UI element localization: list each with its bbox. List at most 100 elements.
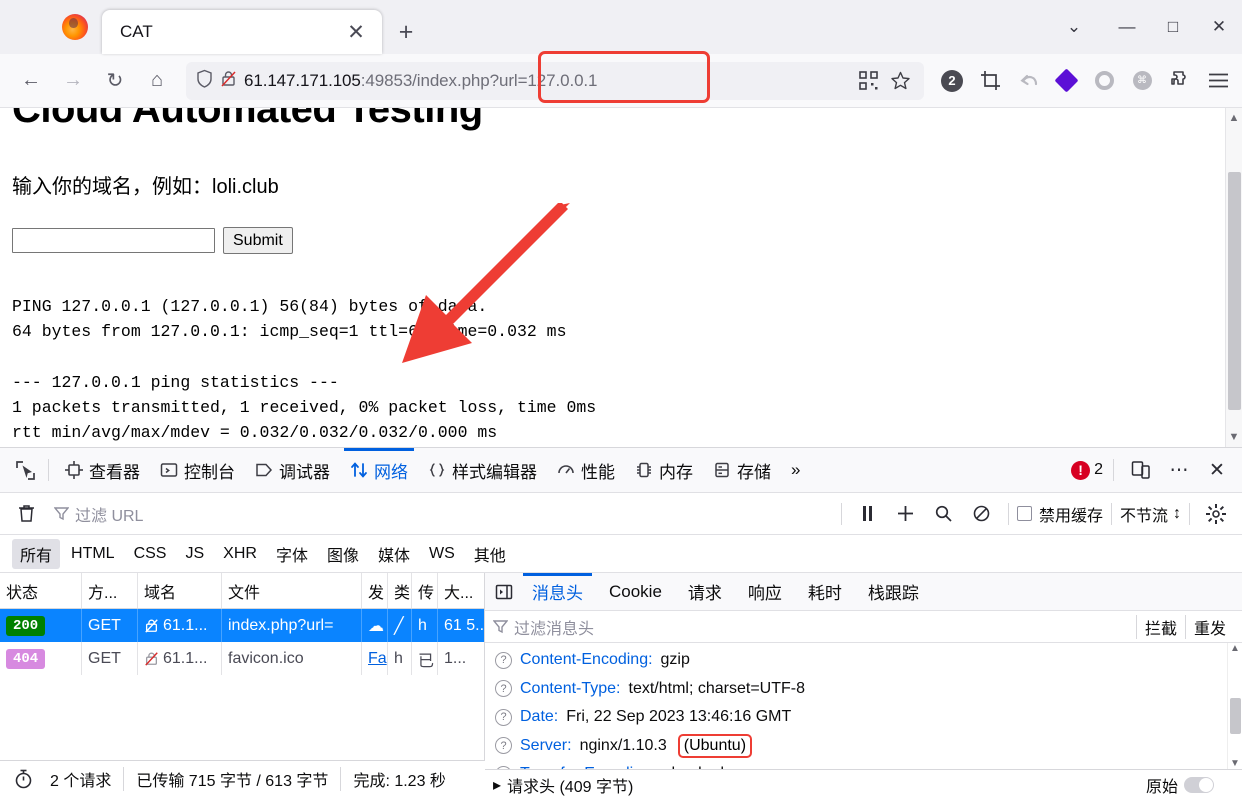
column-header-initiator[interactable]: 发 [362,573,388,608]
domain-input[interactable] [12,228,215,253]
filter-chip-xhr[interactable]: XHR [215,542,265,566]
search-icon[interactable] [926,499,962,529]
tab-memory[interactable]: 内存 [625,448,703,493]
tab-network[interactable]: 网络 [340,447,418,493]
block-requests-icon[interactable] [964,499,1000,529]
filter-chip-other[interactable]: 其他 [466,539,514,569]
close-tab-icon[interactable]: ✕ [340,16,372,48]
home-icon[interactable]: ⌂ [136,62,178,100]
bookmark-star-icon[interactable] [886,67,914,95]
scroll-up-icon[interactable]: ▲ [1229,112,1240,124]
screenshot-crop-icon[interactable] [976,67,1004,95]
filter-chip-ws[interactable]: WS [421,542,463,566]
header-row[interactable]: ? Transfer-Encoding: chunked [485,760,1242,769]
forward-icon[interactable]: → [52,62,94,100]
list-all-tabs-icon[interactable]: ⌄ [1044,3,1104,51]
headers-scrollbar[interactable]: ▲ ▼ [1227,643,1242,769]
tab-inspector[interactable]: 查看器 [55,448,150,493]
disable-cache-checkbox[interactable]: 禁用缓存 [1016,502,1103,526]
tab-performance[interactable]: 性能 [547,448,625,493]
throttling-select[interactable]: 不节流 ↕ [1120,502,1181,526]
table-row[interactable]: 404 GET 61.1... favicon.ico Fa h 已 1... [0,642,484,675]
filter-chip-media[interactable]: 媒体 [370,539,418,569]
close-devtools-icon[interactable]: ✕ [1200,454,1234,486]
tab-style-editor[interactable]: 样式编辑器 [418,448,547,493]
column-header-transferred[interactable]: 传 [412,573,438,608]
scroll-down-icon[interactable]: ▼ [1229,431,1240,443]
devtools-menu-icon[interactable]: ⋯ [1162,454,1196,486]
reload-icon[interactable]: ↻ [94,62,136,100]
tab-storage[interactable]: 存储 [703,448,781,493]
chevron-right-icon[interactable]: ▸ [493,775,501,795]
submit-button[interactable]: Submit [223,227,293,254]
filter-chip-css[interactable]: CSS [126,542,175,566]
help-icon[interactable]: ? [495,680,512,698]
filter-chip-image[interactable]: 图像 [319,539,367,569]
column-header-method[interactable]: 方... [82,573,138,608]
resend-button[interactable]: 重发 [1184,614,1234,639]
address-bar[interactable]: 61.147.171.105:49853/index.php?url=127.0… [186,50,924,103]
scroll-up-icon[interactable]: ▲ [1230,643,1240,654]
puzzle-piece-icon[interactable] [1166,67,1194,95]
filter-chip-all[interactable]: 所有 [12,538,61,569]
back-icon[interactable]: ← [10,62,52,100]
page-scrollbar[interactable]: ▲ ▼ [1225,108,1242,447]
help-icon[interactable]: ? [495,737,512,755]
filter-chip-font[interactable]: 字体 [268,539,316,569]
scrollbar-thumb[interactable] [1228,172,1241,410]
more-tabs-button[interactable]: » [781,448,810,493]
header-row[interactable]: ? Date: Fri, 22 Sep 2023 13:46:16 GMT [485,703,1242,732]
pause-recording-icon[interactable] [850,499,886,529]
header-row[interactable]: ? Content-Encoding: gzip [485,646,1242,675]
undo-arrow-icon[interactable] [1014,67,1042,95]
column-header-file[interactable]: 文件 [222,573,362,608]
detail-tab-timings[interactable]: 耗时 [795,573,855,611]
detail-filter-placeholder[interactable]: 过滤消息头 [514,615,594,639]
scroll-down-icon[interactable]: ▼ [1230,758,1240,769]
compass-icon[interactable]: ⌘ [1128,67,1156,95]
detail-tab-request[interactable]: 请求 [675,573,735,611]
minimize-icon[interactable]: — [1104,3,1150,51]
request-headers-section[interactable]: ▸ 请求头 (409 字节) 原始 [485,769,1242,797]
pick-element-icon[interactable] [8,454,42,486]
tab-console[interactable]: 控制台 [150,448,245,493]
header-row[interactable]: ? Server: nginx/1.10.3 (Ubuntu) [485,732,1242,761]
column-header-status[interactable]: 状态 [0,573,82,608]
block-button[interactable]: 拦截 [1135,614,1185,639]
detail-filter-bar: 过滤消息头 拦截 重发 [485,611,1242,643]
purple-diamond-icon[interactable] [1052,67,1080,95]
qr-code-icon[interactable] [854,67,882,95]
column-header-domain[interactable]: 域名 [138,573,222,608]
responsive-design-mode-icon[interactable] [1124,454,1158,486]
error-count-badge[interactable]: ! 2 [1071,460,1103,480]
extension-counter-badge[interactable]: 2 [938,67,966,95]
new-tab-icon[interactable]: + [390,16,422,48]
new-request-icon[interactable] [888,499,924,529]
filter-url-input[interactable]: 过滤 URL [46,502,833,526]
header-row[interactable]: ? Content-Type: text/html; charset=UTF-8 [485,675,1242,704]
help-icon[interactable]: ? [495,651,512,669]
maximize-icon[interactable]: □ [1150,3,1196,51]
detail-tab-headers[interactable]: 消息头 [519,572,596,611]
help-icon[interactable]: ? [495,765,512,769]
gray-ring-icon[interactable] [1090,67,1118,95]
filter-chip-js[interactable]: JS [177,542,212,566]
toggle-switch[interactable] [1184,776,1214,793]
column-header-size[interactable]: 大... [438,573,484,608]
close-window-icon[interactable]: ✕ [1196,3,1242,51]
browser-tab[interactable]: CAT ✕ [102,10,382,54]
settings-gear-icon[interactable] [1198,499,1234,529]
raw-toggle[interactable]: 原始 [1146,773,1242,797]
filter-chip-html[interactable]: HTML [63,542,123,566]
app-menu-icon[interactable] [1204,67,1232,95]
tab-debugger[interactable]: 调试器 [245,448,340,493]
clear-requests-icon[interactable] [8,499,44,529]
table-row[interactable]: 200 GET 61.1... index.php?url= ☁ ╱ h 61 … [0,609,484,642]
expand-detail-icon[interactable] [489,577,519,607]
help-icon[interactable]: ? [495,708,512,726]
detail-tab-stacktrace[interactable]: 栈跟踪 [855,573,932,611]
column-header-type[interactable]: 类 [388,573,412,608]
detail-tab-response[interactable]: 响应 [735,573,795,611]
detail-tab-cookie[interactable]: Cookie [596,573,675,611]
scrollbar-thumb[interactable] [1230,698,1241,734]
